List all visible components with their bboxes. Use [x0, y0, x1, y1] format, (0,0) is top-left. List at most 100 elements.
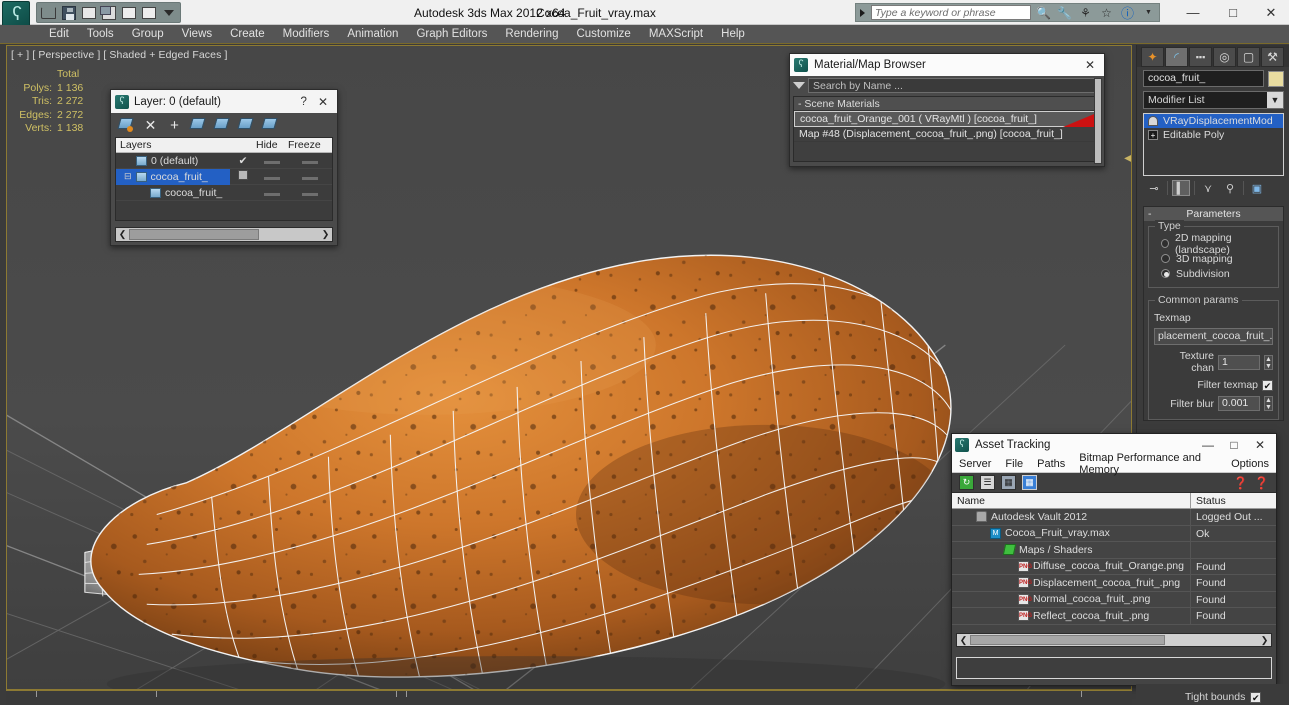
rollout-collapse-icon[interactable]: - — [1148, 208, 1152, 220]
type-option-2d-mapping[interactable]: 2D mapping (landscape) — [1154, 232, 1273, 256]
texmap-button[interactable]: placement_cocoa_fruit_.png) — [1154, 328, 1273, 345]
menu-item-edit[interactable]: Edit — [40, 25, 78, 44]
asset-menu-server[interactable]: Server — [952, 458, 998, 470]
layer-current-check[interactable] — [230, 170, 256, 183]
menu-item-create[interactable]: Create — [221, 25, 274, 44]
layer-hide-cell[interactable] — [256, 155, 288, 167]
track-bar[interactable] — [6, 690, 1132, 705]
subscription-icon[interactable]: ⚘ — [1077, 5, 1094, 21]
layer-row[interactable]: 0 (default) ✔ — [116, 153, 332, 169]
layer-dialog-titlebar[interactable]: ʕ Layer: 0 (default) ? ✕ — [111, 90, 337, 113]
window2-icon[interactable] — [120, 4, 137, 21]
modifier-stack-item[interactable]: + Editable Poly — [1144, 128, 1283, 142]
viewport-collapse-arrow-icon[interactable]: ◀ — [1121, 150, 1131, 166]
filter-blur-spinner[interactable]: ▲ ▼ — [1264, 396, 1273, 411]
layer-hide-cell[interactable] — [256, 171, 288, 183]
menu-item-customize[interactable]: Customize — [567, 25, 639, 44]
help-caret-icon[interactable]: ▼ — [1140, 5, 1157, 21]
modifier-stack[interactable]: VRayDisplacementMod + Editable Poly — [1143, 113, 1284, 176]
table-row[interactable]: M Cocoa_Fruit_vray.max Ok — [952, 525, 1276, 542]
caret-down-icon[interactable] — [160, 4, 177, 21]
scroll-right-icon[interactable]: ❯ — [319, 229, 332, 240]
mmb-search-input[interactable]: Search by Name ... — [808, 77, 1101, 93]
add-object-icon[interactable] — [237, 117, 254, 133]
modifier-stack-item[interactable]: VRayDisplacementMod — [1144, 114, 1283, 128]
texture-channel-input[interactable]: 1 — [1218, 354, 1260, 370]
layer-help-button[interactable]: ? — [295, 96, 313, 108]
star-icon[interactable]: ☆ — [1098, 5, 1115, 21]
select-object-icon[interactable] — [213, 117, 230, 133]
close-button[interactable]: ✕ — [1256, 3, 1286, 23]
menu-item-maxscript[interactable]: MAXScript — [640, 25, 712, 44]
scroll-left-icon[interactable]: ❮ — [116, 229, 129, 240]
parameters-rollout-header[interactable]: - Parameters — [1144, 207, 1283, 221]
help-icon[interactable]: ⓘ — [1119, 5, 1136, 21]
type-option-subdivision[interactable]: Subdivision — [1154, 266, 1273, 281]
delete-layer-icon[interactable]: ✕ — [143, 117, 158, 133]
pin-stack-icon[interactable]: ⊸ — [1145, 180, 1163, 196]
table-row[interactable]: PNG Normal_cocoa_fruit_.png Found — [952, 591, 1276, 608]
window3-icon[interactable] — [140, 4, 157, 21]
chevron-down-icon[interactable]: ▼ — [1267, 92, 1283, 108]
scroll-thumb[interactable] — [970, 635, 1165, 645]
menu-item-tools[interactable]: Tools — [78, 25, 123, 44]
help-icon[interactable]: ❓ — [1233, 475, 1248, 490]
menu-item-group[interactable]: Group — [123, 25, 173, 44]
material-item[interactable]: Map #48 (Displacement_cocoa_fruit_.png) … — [794, 127, 1100, 142]
layer-expand-minus-icon[interactable]: ⊟ — [124, 171, 132, 182]
scene-materials-header[interactable]: - Scene Materials — [794, 97, 1100, 111]
grid-view-icon[interactable]: ▦ — [1022, 475, 1037, 490]
chevron-down-icon[interactable] — [793, 81, 805, 89]
asset-menu-file[interactable]: File — [998, 458, 1030, 470]
asset-menu-paths[interactable]: Paths — [1030, 458, 1072, 470]
show-end-result-icon[interactable]: ▍ — [1172, 180, 1190, 196]
configure-sets-icon[interactable]: ▣ — [1248, 180, 1266, 196]
object-color-swatch[interactable] — [1268, 70, 1284, 87]
window-icon[interactable] — [80, 4, 97, 21]
layer-freeze-cell[interactable] — [288, 171, 332, 183]
menu-item-views[interactable]: Views — [173, 25, 221, 44]
asset-horizontal-scrollbar[interactable]: ❮ ❯ — [956, 633, 1272, 647]
tight-bounds-checkbox[interactable]: ✔ — [1250, 691, 1262, 703]
display-tab[interactable]: ▢ — [1237, 47, 1260, 67]
table-row[interactable]: PNG Diffuse_cocoa_fruit_Orange.png Found — [952, 558, 1276, 575]
scroll-right-icon[interactable]: ❯ — [1258, 635, 1271, 646]
layer-freeze-cell[interactable] — [288, 187, 332, 199]
highlight-layer-icon[interactable] — [261, 117, 278, 133]
refresh-icon[interactable]: ↻ — [959, 475, 974, 490]
menu-item-rendering[interactable]: Rendering — [496, 25, 567, 44]
layer-list[interactable]: Layers Hide Freeze 0 (default) ✔ ⊟ cocoa… — [115, 137, 333, 221]
table-row[interactable]: Autodesk Vault 2012 Logged Out ... — [952, 509, 1276, 526]
asset-menu-options[interactable]: Options — [1224, 458, 1276, 470]
mmb-vertical-scrollbar[interactable] — [1094, 78, 1102, 164]
hierarchy-tab[interactable]: ▪▪▪ — [1189, 47, 1212, 67]
menu-item-help[interactable]: Help — [712, 25, 754, 44]
layer-hide-cell[interactable] — [256, 187, 288, 199]
help-pointer-icon[interactable]: ❓ — [1254, 475, 1269, 490]
menu-item-modifiers[interactable]: Modifiers — [274, 25, 339, 44]
motion-tab[interactable]: ◎ — [1213, 47, 1236, 67]
save-icon[interactable] — [60, 4, 77, 21]
utilities-tab[interactable]: ⚒ — [1261, 47, 1284, 67]
expand-plus-icon[interactable]: + — [1148, 130, 1158, 140]
layer-horizontal-scrollbar[interactable]: ❮ ❯ — [115, 227, 333, 242]
layer-freeze-cell[interactable] — [288, 155, 332, 167]
table-row[interactable]: PNG Displacement_cocoa_fruit_.png Found — [952, 575, 1276, 592]
texture-channel-spinner[interactable]: ▲ ▼ — [1264, 354, 1273, 370]
add-layer-icon[interactable]: + — [167, 118, 182, 133]
new-layer-icon[interactable] — [117, 117, 134, 133]
wrench-icon[interactable]: 🔧 — [1056, 5, 1073, 21]
remove-modifier-icon[interactable]: ⚲ — [1221, 180, 1239, 196]
asset-menu-bitmap[interactable]: Bitmap Performance and Memory — [1072, 452, 1224, 476]
scroll-thumb[interactable] — [129, 229, 259, 240]
menu-item-graph-editors[interactable]: Graph Editors — [407, 25, 496, 44]
asset-close-button[interactable]: ✕ — [1247, 438, 1273, 452]
modifier-list-dropdown[interactable]: Modifier List ▼ — [1143, 91, 1284, 109]
mmb-close-button[interactable]: ✕ — [1080, 58, 1100, 72]
material-item[interactable]: cocoa_fruit_Orange_001 ( VRayMtl ) [coco… — [794, 111, 1100, 127]
scroll-left-icon[interactable]: ❮ — [957, 635, 970, 646]
layer-close-button[interactable]: ✕ — [313, 95, 333, 109]
thumbnail-view-icon[interactable]: ▦ — [1001, 475, 1016, 490]
layer-row[interactable]: cocoa_fruit_ — [116, 185, 332, 201]
minimize-button[interactable]: — — [1178, 3, 1208, 23]
